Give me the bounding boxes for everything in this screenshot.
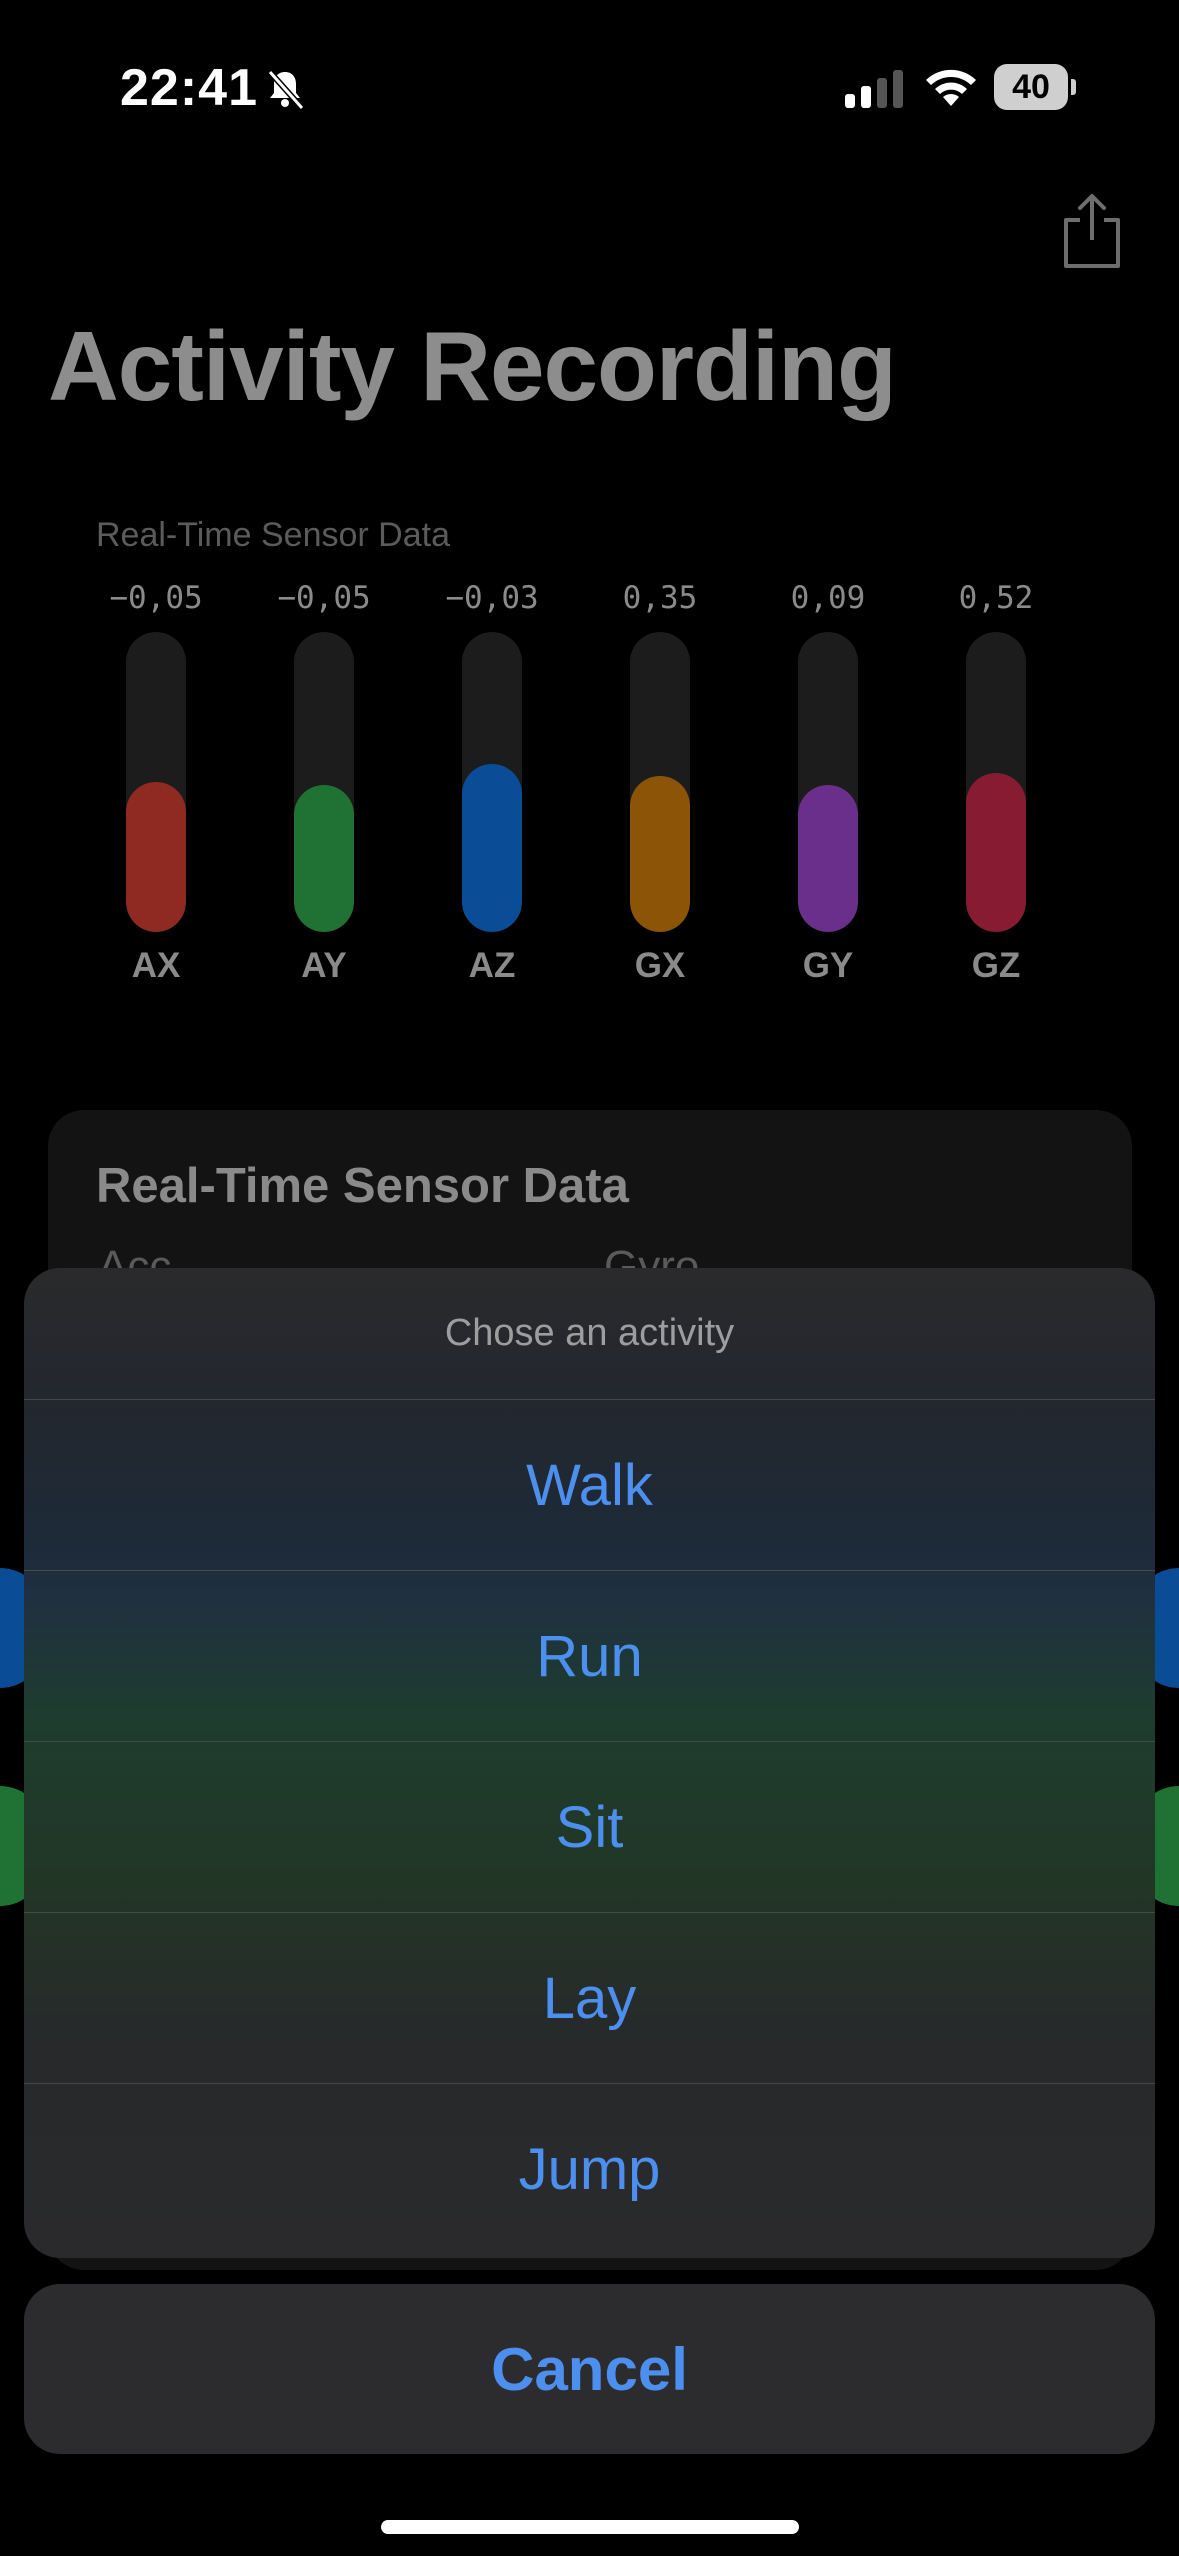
sensor-bar-value: −0,03 bbox=[445, 580, 539, 616]
sensor-bar-fill bbox=[966, 773, 1026, 932]
cellular-signal-icon bbox=[845, 70, 903, 108]
sensor-bar-track bbox=[126, 632, 186, 932]
sensor-bar-fill bbox=[462, 764, 522, 932]
sensor-bar-track bbox=[966, 632, 1026, 932]
share-icon[interactable] bbox=[1058, 190, 1126, 270]
activity-action-sheet: Chose an activity Walk Run Sit Lay Jump bbox=[24, 1268, 1155, 2258]
option-walk[interactable]: Walk bbox=[24, 1399, 1155, 1570]
home-indicator[interactable] bbox=[381, 2520, 799, 2534]
action-sheet-title: Chose an activity bbox=[444, 1312, 735, 1354]
sensor-bar-label: AX bbox=[131, 946, 181, 985]
sensor-bar-fill bbox=[798, 785, 858, 932]
sensor-bar-track bbox=[798, 632, 858, 932]
battery-level: 40 bbox=[1012, 68, 1050, 106]
sensor-chart-title: Real-Time Sensor Data bbox=[96, 516, 450, 554]
cancel-button[interactable]: Cancel bbox=[24, 2284, 1155, 2454]
page-title: Activity Recording bbox=[48, 311, 897, 421]
sensor-bar-track bbox=[630, 632, 690, 932]
sensor-bar-label: GX bbox=[634, 946, 686, 985]
sensor-bar-value: −0,05 bbox=[277, 580, 371, 616]
card-title: Real-Time Sensor Data bbox=[96, 1159, 629, 1213]
option-run[interactable]: Run bbox=[24, 1570, 1155, 1741]
sensor-bar-label: AY bbox=[301, 946, 347, 985]
option-jump[interactable]: Jump bbox=[24, 2083, 1155, 2254]
option-lay[interactable]: Lay bbox=[24, 1912, 1155, 2083]
sensor-bar-label: AZ bbox=[468, 946, 516, 985]
sensor-bar-value: 0,35 bbox=[622, 580, 698, 616]
silent-bell-icon bbox=[267, 70, 305, 110]
sensor-bar-track bbox=[294, 632, 354, 932]
status-time: 22:41 bbox=[120, 59, 258, 117]
sensor-bar-label: GZ bbox=[971, 946, 1021, 985]
sensor-bar-value: 0,09 bbox=[790, 580, 866, 616]
sensor-bar-value: −0,05 bbox=[109, 580, 203, 616]
sensor-bar-track bbox=[462, 632, 522, 932]
sensor-bar-fill bbox=[126, 782, 186, 932]
sensor-bar-fill bbox=[294, 785, 354, 932]
battery-icon: 40 bbox=[994, 64, 1078, 110]
option-sit[interactable]: Sit bbox=[24, 1741, 1155, 1912]
sensor-bar-value: 0,52 bbox=[958, 580, 1034, 616]
sensor-bar-label: GY bbox=[802, 946, 854, 985]
sensor-bar-fill bbox=[630, 776, 690, 932]
wifi-icon bbox=[926, 69, 976, 106]
